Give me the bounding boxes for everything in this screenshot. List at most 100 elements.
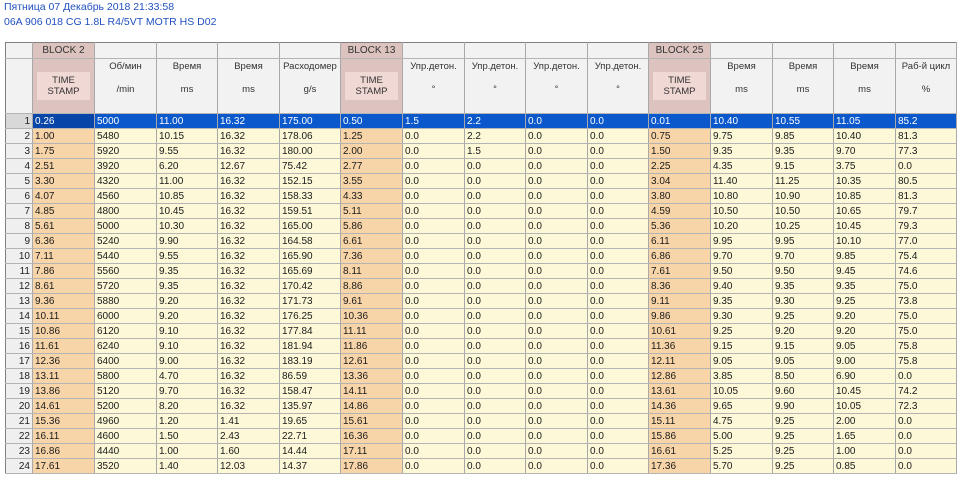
data-cell[interactable]: 16.32 [217,368,280,384]
data-cell[interactable]: 75.0 [895,278,957,294]
data-cell[interactable]: 0.0 [464,278,526,294]
row-number[interactable]: 2 [5,128,33,144]
data-cell[interactable]: 9.30 [710,308,773,324]
data-cell[interactable]: 5240 [94,233,157,249]
data-cell[interactable]: 2.2 [464,113,526,129]
data-cell[interactable]: 158.33 [279,188,341,204]
data-cell[interactable]: 10.85 [833,188,896,204]
data-cell[interactable]: 0.26 [32,113,95,129]
block-label[interactable]: BLOCK 13 [340,42,403,59]
data-cell[interactable]: 10.45 [156,203,218,219]
data-cell[interactable]: 165.90 [279,248,341,264]
data-cell[interactable]: 10.45 [833,383,896,399]
column-header[interactable]: Упр.детон. ° [587,58,649,114]
data-cell[interactable]: 7.86 [32,263,95,279]
data-cell[interactable]: 5.86 [340,218,403,234]
data-cell[interactable]: 0.0 [895,428,957,444]
data-cell[interactable]: 180.00 [279,143,341,159]
data-cell[interactable]: 79.7 [895,203,957,219]
data-cell[interactable]: 9.20 [772,323,834,339]
data-cell[interactable]: 9.75 [710,128,773,144]
data-cell[interactable]: 11.86 [340,338,403,354]
data-cell[interactable]: 4.07 [32,188,95,204]
data-cell[interactable]: 1.5 [402,113,465,129]
data-cell[interactable]: 0.0 [464,173,526,189]
data-cell[interactable]: 4960 [94,413,157,429]
data-cell[interactable]: 5440 [94,248,157,264]
row-number[interactable]: 1 [5,113,33,129]
data-cell[interactable]: 0.0 [525,188,588,204]
data-cell[interactable]: 0.0 [402,263,465,279]
data-cell[interactable]: 10.05 [710,383,773,399]
data-cell[interactable]: 9.85 [772,128,834,144]
data-cell[interactable]: 9.35 [772,143,834,159]
row-number[interactable]: 10 [5,248,33,264]
data-cell[interactable]: 0.01 [648,113,711,129]
data-cell[interactable]: 12.61 [340,353,403,369]
data-cell[interactable]: 16.32 [217,398,280,414]
data-cell[interactable]: 0.0 [525,383,588,399]
row-number[interactable]: 9 [5,233,33,249]
row-number[interactable]: 3 [5,143,33,159]
data-cell[interactable]: 0.0 [402,353,465,369]
data-cell[interactable]: 0.0 [525,353,588,369]
data-cell[interactable]: 6.86 [648,248,711,264]
data-cell[interactable]: 16.32 [217,353,280,369]
data-cell[interactable]: 9.70 [833,143,896,159]
data-cell[interactable]: 0.0 [402,233,465,249]
data-cell[interactable]: 0.0 [402,188,465,204]
data-cell[interactable]: 14.37 [279,458,341,474]
data-cell[interactable]: 0.0 [464,248,526,264]
row-number[interactable]: 23 [5,443,33,459]
data-cell[interactable]: 176.25 [279,308,341,324]
table-row[interactable]: 12 8.61 5720 9.35 16.32 170.42 8.86 0.0 0.0 0.0 0.… [5,278,957,294]
data-cell[interactable]: 16.32 [217,203,280,219]
data-cell[interactable]: 19.65 [279,413,341,429]
data-cell[interactable]: 85.2 [895,113,957,129]
data-cell[interactable]: 17.86 [340,458,403,474]
data-cell[interactable]: 10.11 [32,308,95,324]
data-cell[interactable]: 1.41 [217,413,280,429]
data-cell[interactable]: 9.55 [156,248,218,264]
data-cell[interactable]: 0.0 [402,458,465,474]
table-row[interactable]: 19 13.86 5120 9.70 16.32 158.47 14.11 0.0 0.0 0.0… [5,383,957,399]
data-cell[interactable]: 0.0 [402,218,465,234]
data-cell[interactable]: 0.0 [464,398,526,414]
table-row[interactable]: 20 14.61 5200 8.20 16.32 135.97 14.86 0.0 0.0 0.0… [5,398,957,414]
data-cell[interactable]: 86.59 [279,368,341,384]
data-cell[interactable]: 5800 [94,368,157,384]
data-cell[interactable]: 4.70 [156,368,218,384]
data-cell[interactable]: 6.36 [32,233,95,249]
data-cell[interactable]: 9.20 [833,323,896,339]
table-row[interactable]: 7 4.85 4800 10.45 16.32 159.51 5.11 0.0 0.0 0.0 0.… [5,203,957,219]
table-row[interactable]: 10 7.11 5440 9.55 16.32 165.90 7.36 0.0 0.0 0.0 0.… [5,248,957,264]
data-cell[interactable]: 6.20 [156,158,218,174]
data-cell[interactable]: 79.3 [895,218,957,234]
table-row[interactable]: 8 5.61 5000 10.30 16.32 165.00 5.86 0.0 0.0 0.0 0.… [5,218,957,234]
data-cell[interactable]: 0.0 [525,443,588,459]
data-cell[interactable]: 6.61 [340,233,403,249]
data-cell[interactable]: 10.85 [156,188,218,204]
data-cell[interactable]: 0.0 [525,233,588,249]
data-cell[interactable]: 0.0 [464,353,526,369]
data-cell[interactable]: 17.11 [340,443,403,459]
data-cell[interactable]: 9.05 [710,353,773,369]
data-cell[interactable]: 10.40 [710,113,773,129]
data-cell[interactable]: 10.35 [833,173,896,189]
data-cell[interactable]: 9.61 [340,293,403,309]
data-cell[interactable]: 0.0 [464,188,526,204]
data-cell[interactable]: 0.0 [587,233,649,249]
data-cell[interactable]: 9.10 [156,338,218,354]
data-cell[interactable]: 5560 [94,263,157,279]
row-number[interactable]: 13 [5,293,33,309]
data-cell[interactable]: 11.11 [340,323,403,339]
data-cell[interactable]: 0.0 [525,308,588,324]
data-cell[interactable]: 16.32 [217,233,280,249]
data-cell[interactable]: 0.0 [587,338,649,354]
data-cell[interactable]: 10.15 [156,128,218,144]
data-cell[interactable]: 0.0 [587,278,649,294]
data-cell[interactable]: 5920 [94,143,157,159]
data-cell[interactable]: 0.0 [895,443,957,459]
data-cell[interactable]: 0.0 [587,293,649,309]
data-cell[interactable]: 14.61 [32,398,95,414]
